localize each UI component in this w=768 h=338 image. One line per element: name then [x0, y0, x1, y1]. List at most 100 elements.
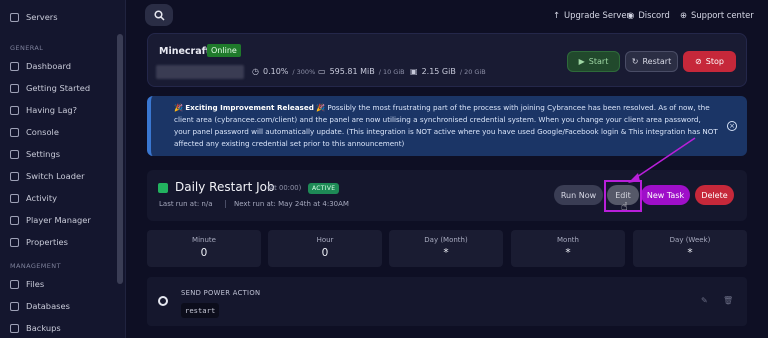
- memory-icon: ▭: [318, 67, 326, 76]
- play-icon: ▶: [578, 57, 585, 66]
- run-now-button[interactable]: Run Now: [554, 185, 603, 205]
- sidebar-item-label: Dashboard: [26, 61, 72, 71]
- cron-label: Hour: [316, 236, 334, 244]
- cron-label: Month: [557, 236, 579, 244]
- arrow-up-icon: ↑: [553, 10, 561, 20]
- activity-icon: [10, 193, 19, 203]
- last-run: Last run at: n/a: [159, 200, 213, 208]
- dashboard-icon: [10, 61, 19, 71]
- pencil-icon[interactable]: ✎: [701, 296, 708, 305]
- stop-button[interactable]: ⊘ Stop: [683, 51, 736, 72]
- topbar: ↑ Upgrade Server ◉ Discord ⊕ Support cen…: [127, 0, 768, 32]
- cron-label: Day (Month): [424, 236, 468, 244]
- cpu-value: 0.10%: [262, 67, 289, 76]
- sidebar-item-databases[interactable]: Databases: [10, 299, 70, 313]
- delete-button[interactable]: Delete: [695, 185, 734, 205]
- server-icon: [10, 12, 19, 22]
- cpu-stat: ◷ 0.10% / 300%: [252, 67, 315, 76]
- disk-max: / 20 GiB: [459, 67, 486, 76]
- sidebar-item-properties[interactable]: Properties: [10, 235, 68, 249]
- sidebar-item-switch-loader[interactable]: Switch Loader: [10, 169, 85, 183]
- new-task-button[interactable]: New Task: [641, 185, 690, 205]
- search-icon: [153, 9, 165, 21]
- sidebar-item-having-lag[interactable]: Having Lag?: [10, 103, 77, 117]
- sidebar-item-settings[interactable]: Settings: [10, 147, 60, 161]
- restart-button[interactable]: ↻ Restart: [625, 51, 678, 72]
- task-row: SEND POWER ACTION restart ✎ 🗑: [147, 277, 747, 326]
- sidebar-item-backups[interactable]: Backups: [10, 321, 61, 335]
- terminal-icon: [10, 127, 19, 137]
- sidebar-item-label: Activity: [26, 193, 58, 203]
- sidebar-item-label: Settings: [26, 149, 61, 159]
- sidebar-section-general: GENERAL: [10, 44, 44, 52]
- sidebar-item-dashboard[interactable]: Dashboard: [10, 59, 71, 73]
- cron-value: *: [443, 247, 449, 259]
- lifebuoy-icon: ⊕: [680, 10, 688, 20]
- close-icon[interactable]: ×: [727, 121, 737, 131]
- sidebar-item-label: Player Manager: [26, 215, 91, 225]
- sidebar-item-activity[interactable]: Activity: [10, 191, 57, 205]
- cron-value: *: [687, 247, 693, 259]
- sidebar-item-label: Getting Started: [26, 83, 91, 93]
- file-icon: [10, 237, 19, 247]
- cpu-max: / 300%: [292, 67, 316, 76]
- folder-icon: [10, 279, 19, 289]
- power-toggle-icon[interactable]: [158, 296, 168, 306]
- server-name: Minecraft: [159, 46, 211, 57]
- bolt-icon: [10, 105, 19, 115]
- refresh-icon: ↻: [631, 57, 639, 66]
- cron-minute: Minute 0: [147, 230, 261, 267]
- bulb-icon: [10, 83, 19, 93]
- sidebar-item-label: Properties: [26, 237, 68, 247]
- sidebar-item-servers[interactable]: Servers: [10, 10, 58, 24]
- cron-hour: Hour 0: [268, 230, 382, 267]
- user-icon: [10, 215, 19, 225]
- disk-stat: ▣ 2.15 GiB / 20 GiB: [410, 67, 486, 76]
- sidebar-section-management: MANAGEMENT: [10, 262, 61, 270]
- sidebar-item-label: Files: [26, 279, 45, 289]
- search-button[interactable]: [145, 4, 173, 26]
- stop-icon: ⊘: [695, 57, 702, 66]
- switch-icon: [10, 171, 19, 181]
- restart-label: Restart: [642, 57, 672, 66]
- support-center-link[interactable]: ⊕ Support center: [680, 10, 754, 20]
- task-title: SEND POWER ACTION: [181, 289, 261, 297]
- archive-icon: [10, 323, 19, 333]
- sidebar-item-files[interactable]: Files: [10, 277, 44, 291]
- stop-label: Stop: [705, 57, 724, 66]
- annotation-arrow: [628, 137, 696, 183]
- disk-icon: ▣: [410, 67, 418, 76]
- cron-value: *: [565, 247, 571, 259]
- sidebar-item-label: Servers: [26, 12, 58, 22]
- sidebar-item-label: Databases: [26, 301, 70, 311]
- announcement-title: Exciting Improvement Released: [185, 103, 314, 112]
- sidebar: Servers GENERAL Dashboard Getting Starte…: [0, 0, 126, 338]
- sidebar-item-label: Having Lag?: [26, 105, 78, 115]
- sidebar-scrollbar[interactable]: [117, 34, 123, 284]
- server-card: Minecraft Online ◷ 0.10% / 300% ▭ 595.81…: [147, 33, 747, 87]
- cron-day-week: Day (Week) *: [633, 230, 747, 267]
- discord-label: Discord: [638, 10, 670, 20]
- schedule-icon: [158, 183, 168, 193]
- sidebar-item-getting-started[interactable]: Getting Started: [10, 81, 90, 95]
- task-value: restart: [181, 303, 220, 318]
- cron-label: Minute: [192, 236, 216, 244]
- sidebar-item-console[interactable]: Console: [10, 125, 59, 139]
- next-run: Next run at: May 24th at 4:30AM: [225, 200, 349, 208]
- gear-icon: [10, 149, 19, 159]
- status-badge: Online: [207, 44, 241, 57]
- sidebar-item-label: Switch Loader: [26, 171, 85, 181]
- trash-icon[interactable]: 🗑: [723, 296, 733, 305]
- server-address-redacted: [156, 65, 244, 79]
- upgrade-server-link[interactable]: ↑ Upgrade Server: [553, 10, 630, 20]
- start-button[interactable]: ▶ Start: [567, 51, 620, 72]
- discord-link[interactable]: ◉ Discord: [627, 10, 670, 20]
- schedule-title: Daily Restart Job: [175, 180, 275, 194]
- discord-icon: ◉: [627, 10, 635, 20]
- cron-label: Day (Week): [669, 236, 711, 244]
- cron-value: 0: [200, 247, 208, 259]
- support-center-label: Support center: [691, 10, 754, 20]
- sidebar-item-player-manager[interactable]: Player Manager: [10, 213, 91, 227]
- upgrade-server-label: Upgrade Server: [564, 10, 630, 20]
- cron-day-month: Day (Month) *: [389, 230, 503, 267]
